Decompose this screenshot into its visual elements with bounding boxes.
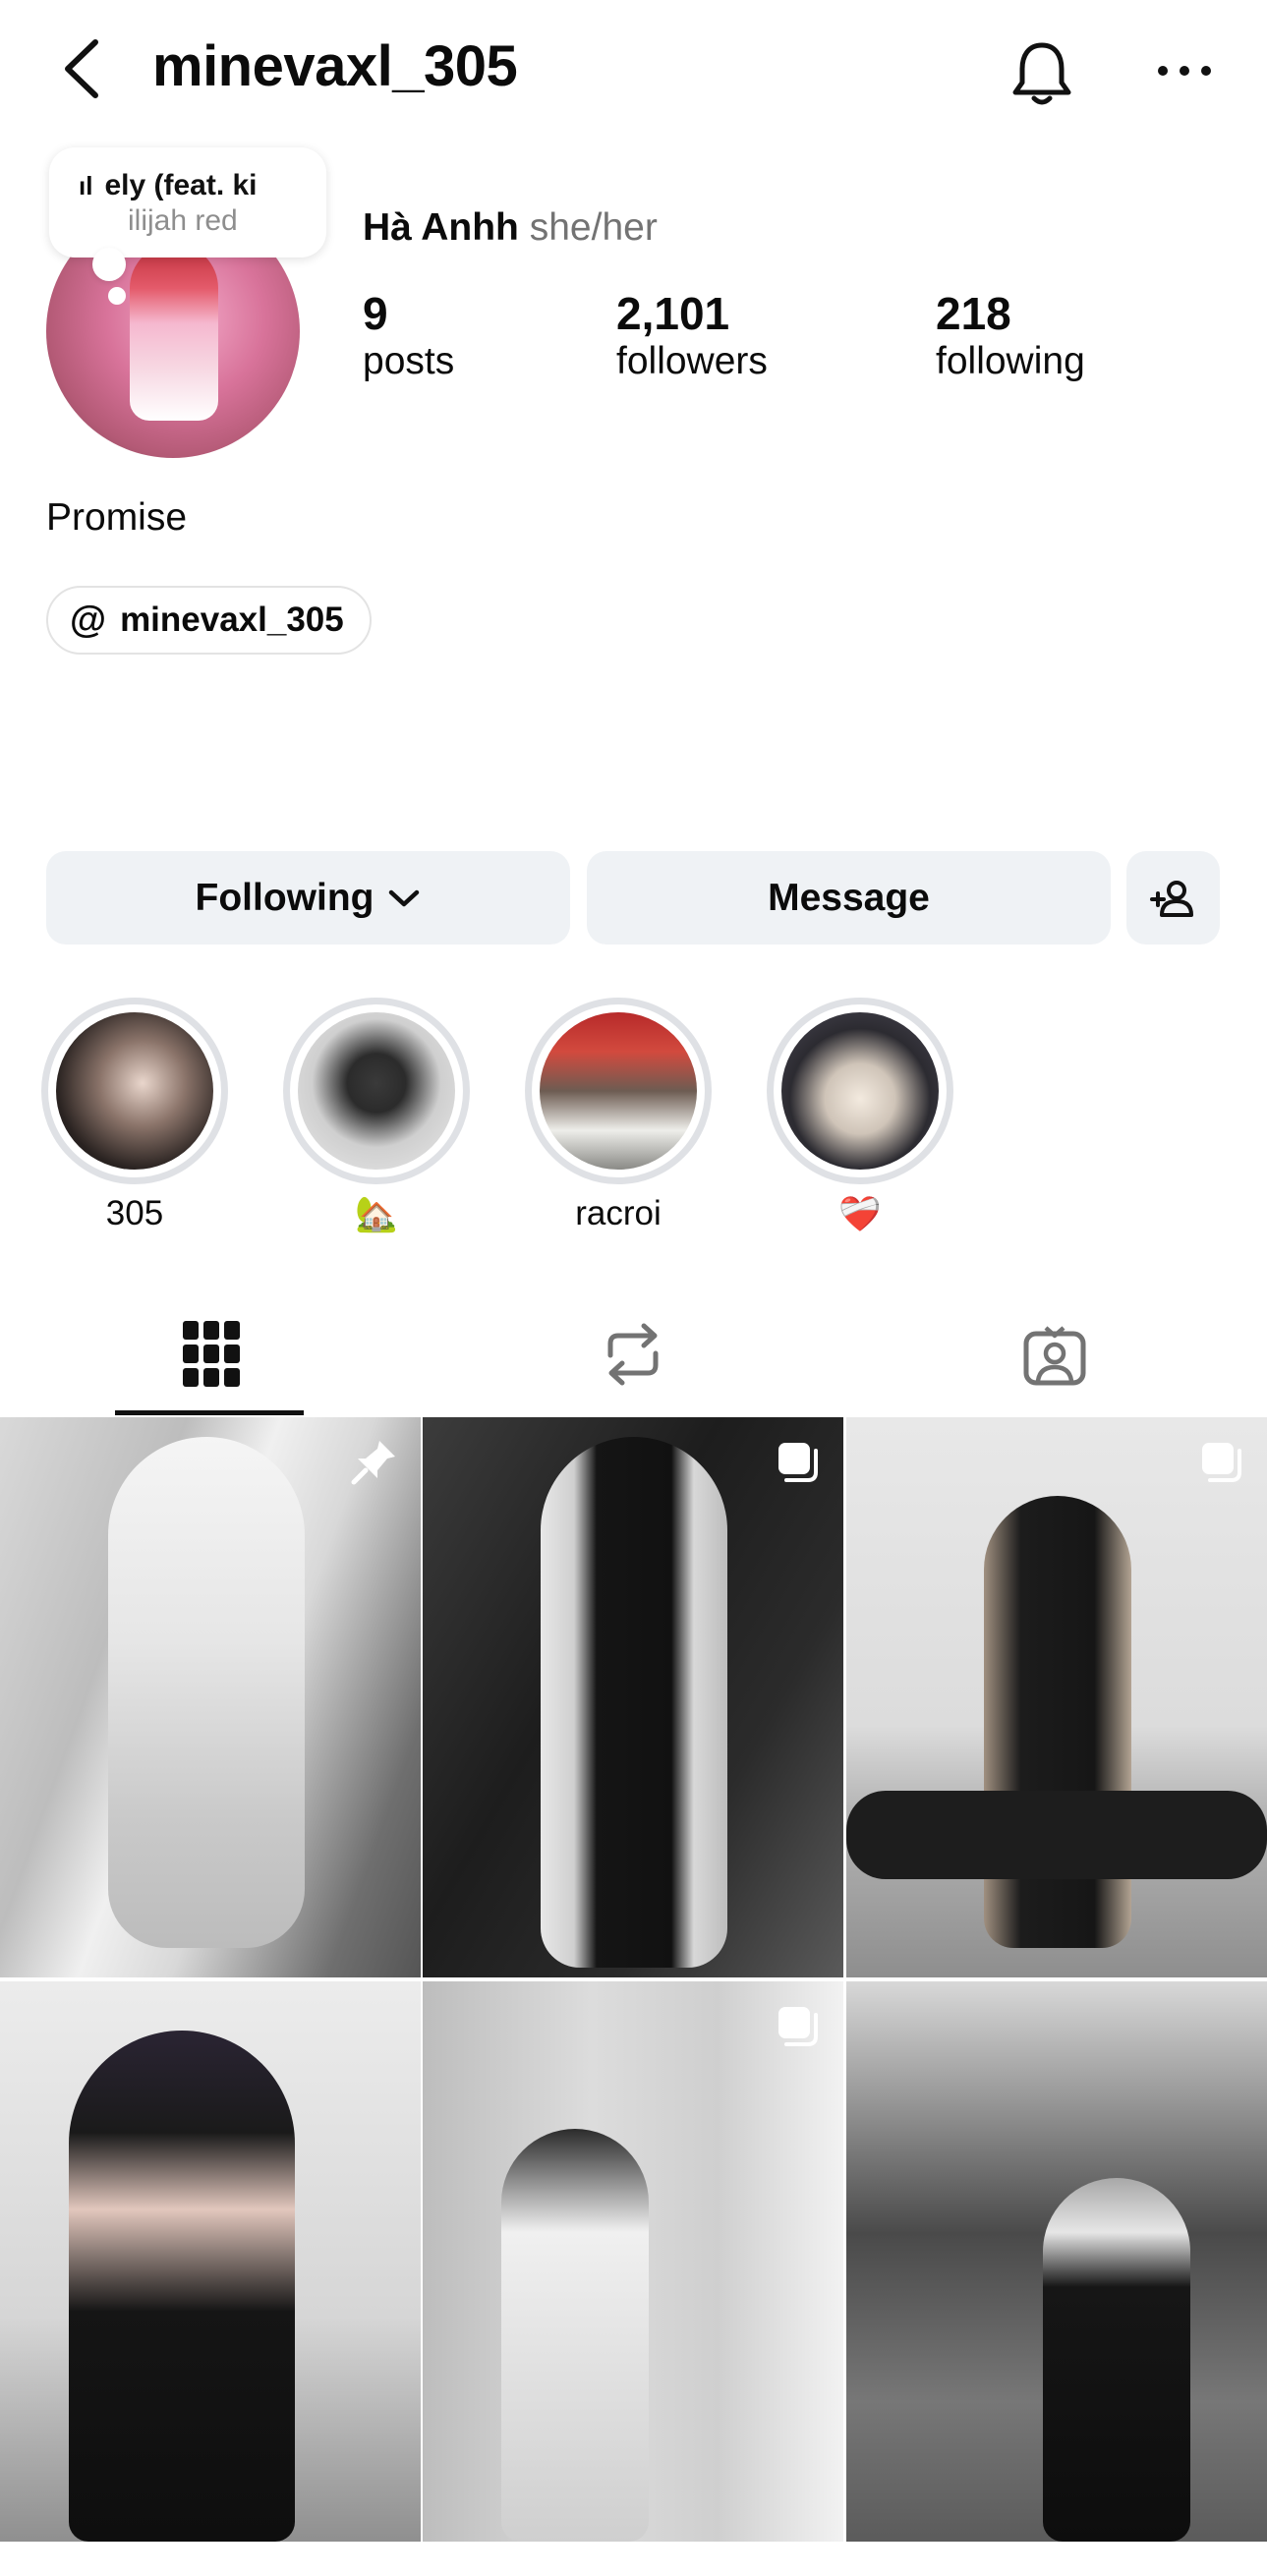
- pin-icon: [351, 1441, 395, 1485]
- story-highlight[interactable]: ❤️‍🩹: [767, 998, 953, 1234]
- threads-icon: @: [70, 599, 107, 641]
- stat-label: following: [936, 340, 1085, 382]
- bench: [846, 1791, 1267, 1879]
- post-thumbnail[interactable]: [846, 1981, 1267, 2542]
- post-thumbnail[interactable]: [846, 1417, 1267, 1977]
- multi-photo-icon: [778, 1443, 818, 1482]
- message-button-label: Message: [768, 876, 930, 919]
- stat-label: posts: [363, 340, 455, 382]
- post-figure: [984, 1496, 1131, 1948]
- highlight-cover: [781, 1012, 939, 1170]
- following-button[interactable]: Following: [46, 851, 570, 945]
- stat-value: 9: [363, 288, 388, 339]
- post-figure: [108, 1437, 305, 1948]
- stat-following[interactable]: 218 following: [936, 287, 1085, 383]
- tagged-person-icon: [1023, 1325, 1085, 1385]
- post-figure: [501, 2129, 649, 2542]
- threads-link[interactable]: @ minevaxl_305: [46, 586, 372, 655]
- stat-posts[interactable]: 9 posts: [363, 287, 454, 383]
- stat-label: followers: [616, 340, 768, 382]
- repost-icon: [607, 1323, 658, 1385]
- post-figure: [1043, 2178, 1190, 2542]
- threads-handle: minevaxl_305: [120, 601, 344, 639]
- highlight-label: 305: [105, 1194, 164, 1232]
- music-bars-icon: ıl: [79, 171, 93, 200]
- chevron-down-icon: [389, 889, 420, 906]
- avatar-figure: [130, 244, 218, 421]
- stat-value: 2,101: [616, 288, 730, 339]
- post-figure: [69, 2031, 295, 2542]
- display-name: Hà Anhh she/her: [363, 206, 658, 250]
- notifications-button[interactable]: [1003, 33, 1081, 112]
- note-song-title: ely (feat. ki: [104, 169, 258, 201]
- music-note-bubble[interactable]: ıl ely (feat. ki ilijah red: [49, 147, 326, 281]
- story-highlight[interactable]: 305: [41, 998, 228, 1233]
- highlight-label: ❤️‍🩹: [838, 1195, 882, 1233]
- display-name-text: Hà Anhh: [363, 206, 519, 249]
- message-button[interactable]: Message: [587, 851, 1111, 945]
- stat-followers[interactable]: 2,101 followers: [616, 287, 768, 383]
- highlight-label: racroi: [575, 1194, 662, 1232]
- story-highlight[interactable]: 🏡: [283, 998, 470, 1234]
- following-button-label: Following: [195, 876, 374, 919]
- note-artist: ilijah red: [128, 204, 238, 237]
- more-horizontal-icon: [1158, 66, 1211, 76]
- post-thumbnail[interactable]: [0, 1981, 421, 2542]
- add-person-icon: [1149, 880, 1193, 917]
- post-figure: [541, 1437, 727, 1968]
- profile-username: minevaxl_305: [152, 34, 518, 98]
- stat-value: 218: [936, 288, 1011, 339]
- tab-posts-grid[interactable]: [0, 1292, 422, 1415]
- story-highlight[interactable]: racroi: [525, 998, 712, 1233]
- tab-reposts[interactable]: [422, 1292, 843, 1415]
- profile-bio: Promise: [46, 496, 188, 539]
- multi-photo-icon: [778, 2007, 818, 2046]
- pronouns: she/her: [529, 206, 658, 249]
- highlight-cover: [298, 1012, 455, 1170]
- profile-tabs: [0, 1292, 1267, 1415]
- highlight-label: 🏡: [355, 1195, 398, 1233]
- tab-tagged[interactable]: [843, 1292, 1265, 1415]
- note-tail-dot: [108, 287, 126, 305]
- top-bar: minevaxl_305: [0, 0, 1267, 138]
- highlight-cover: [56, 1012, 213, 1170]
- post-thumbnail[interactable]: [0, 1417, 421, 1977]
- multi-photo-icon: [1202, 1443, 1241, 1482]
- chevron-left-icon: [65, 39, 98, 98]
- suggested-users-button[interactable]: [1126, 851, 1220, 945]
- grid-icon: [182, 1320, 240, 1387]
- highlight-cover: [540, 1012, 697, 1170]
- more-options-button[interactable]: [1145, 41, 1224, 100]
- post-thumbnail[interactable]: [423, 1981, 843, 2542]
- post-thumbnail[interactable]: [423, 1417, 843, 1977]
- bell-icon: [1012, 42, 1071, 105]
- back-button[interactable]: [54, 34, 113, 103]
